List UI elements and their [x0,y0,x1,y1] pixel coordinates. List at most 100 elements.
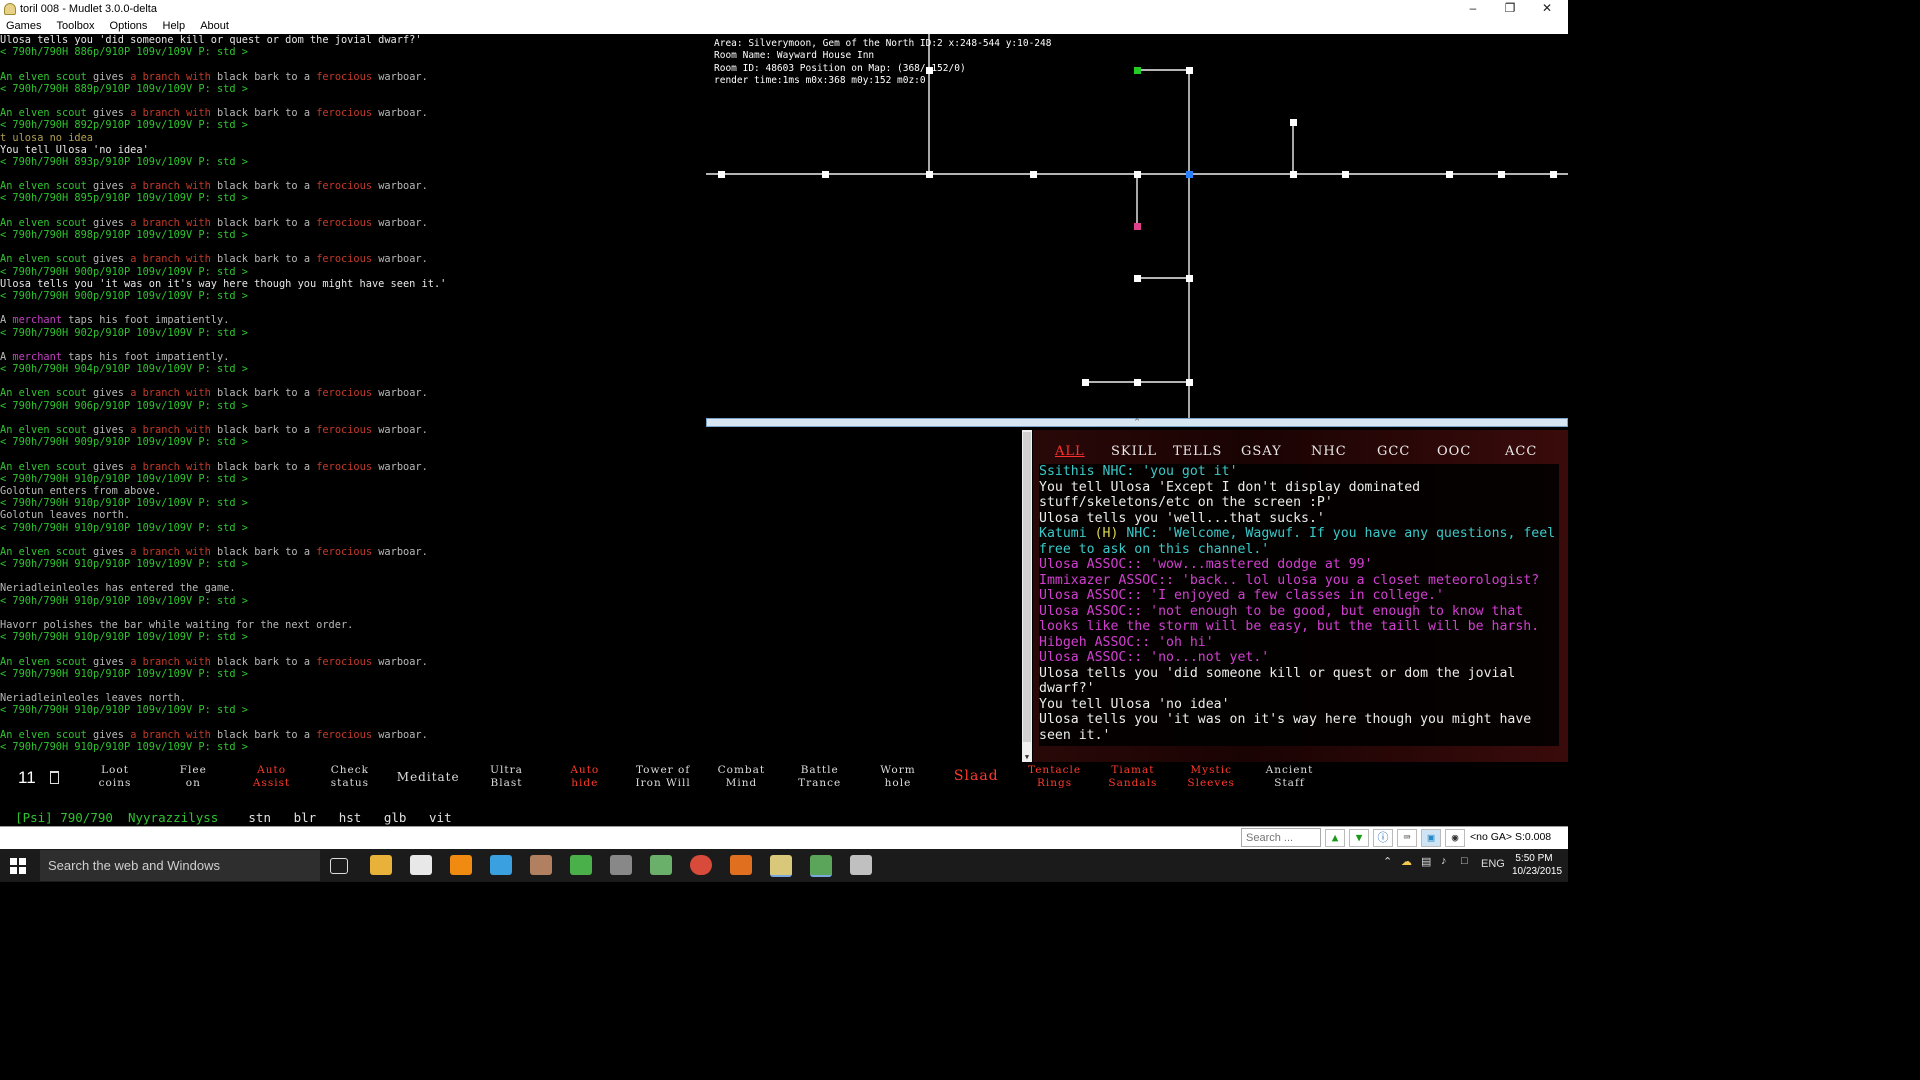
keyboard-icon[interactable]: ⌨ [1397,829,1417,847]
menu-games[interactable]: Games [6,18,41,34]
chat-tab-gsay[interactable]: GSAY [1241,444,1282,459]
close-button[interactable]: ✕ [1529,0,1565,18]
chat-text: Katumi [1039,526,1095,541]
chrome-icon[interactable] [690,855,712,875]
chat-tab-skill[interactable]: SKILL [1111,444,1157,459]
vlc-icon[interactable] [450,855,472,875]
chat-tab-nhc[interactable]: NHC [1311,444,1347,459]
game-button-ultra-blast[interactable]: Ultra Blast [470,764,544,790]
record-icon[interactable]: ◉ [1445,829,1465,847]
chat-tab-gcc[interactable]: GCC [1377,444,1410,459]
tray-chevron-icon[interactable]: ⌃ [1383,855,1392,868]
minimize-button[interactable]: – [1455,0,1491,18]
game-button-ancient-staff[interactable]: Ancient Staff [1253,764,1327,790]
game-button-slaad[interactable]: Slaad [939,769,1013,783]
timestamp-icon[interactable]: ▣ [1421,829,1441,847]
menu-help[interactable]: Help [163,18,186,34]
mapper-view[interactable] [706,34,1568,418]
menu-toolbox[interactable]: Toolbox [57,18,95,34]
game-button-worm-hole[interactable]: Worm hole [861,764,935,790]
tray-onedrive-icon[interactable]: ☁ [1401,855,1412,868]
menu-about[interactable]: About [200,18,229,34]
taskbar-clock[interactable]: 5:50 PM 10/23/2015 [1512,852,1562,878]
chat-line: Ulosa ASSOC:: 'wow...mastered dodge at 9… [1039,557,1559,573]
map-room[interactable] [1030,171,1037,178]
search-input[interactable] [1241,828,1321,847]
game-button-combat-mind[interactable]: Combat Mind [704,764,778,790]
green-app-icon[interactable] [650,855,672,875]
main-console-output[interactable]: Ulosa tells you 'did someone kill or que… [0,34,700,760]
file-explorer-icon[interactable] [370,855,392,875]
windows-start-icon[interactable] [10,858,26,874]
scroll-down-green-icon[interactable]: ▼ [1349,829,1369,847]
chat-tab-acc[interactable]: ACC [1505,444,1537,459]
library-icon[interactable] [530,855,552,875]
game-button-loot-coins[interactable]: Loot coins [78,764,152,790]
notepad-icon[interactable] [810,855,832,877]
paint-icon[interactable] [850,855,872,875]
game-button-check-status[interactable]: Check status [313,764,387,790]
info-icon[interactable]: ⓘ [1373,829,1393,847]
tray-network-icon[interactable]: ▤ [1421,855,1431,868]
taskbar-search-box[interactable]: Search the web and Windows [40,850,320,881]
game-button-battle-trance[interactable]: Battle Trance [783,764,857,790]
app-icon-blue[interactable] [490,855,512,875]
chat-text: Ulosa [1039,557,1087,572]
map-room[interactable] [1134,171,1141,178]
task-view-icon[interactable] [330,858,348,874]
map-room[interactable] [926,171,933,178]
chat-scrollbar[interactable]: ▼ [1022,430,1032,762]
map-room[interactable] [1446,171,1453,178]
maximize-button[interactable]: ❐ [1492,0,1528,18]
map-special-room[interactable] [1134,223,1141,230]
map-marked-room[interactable] [1134,67,1141,74]
scroll-up-green-icon[interactable]: ▲ [1325,829,1345,847]
map-room[interactable] [1134,275,1141,282]
store-icon[interactable] [410,855,432,875]
map-room[interactable] [718,171,725,178]
map-room[interactable] [1498,171,1505,178]
map-room[interactable] [1186,67,1193,74]
tray-volume-icon[interactable]: ♪ [1441,855,1447,867]
map-room[interactable] [1186,275,1193,282]
map-room[interactable] [1290,119,1297,126]
map-room[interactable] [1290,171,1297,178]
game-button-auto-assist[interactable]: Auto Assist [235,764,309,790]
chat-text: Ulosa [1039,650,1087,665]
editor-icon[interactable] [730,855,752,875]
map-room[interactable] [1186,379,1193,386]
map-room[interactable] [1550,171,1557,178]
game-button-meditate[interactable]: Meditate [391,771,465,784]
map-room[interactable] [1082,379,1089,386]
map-current-room[interactable] [1186,171,1193,178]
map-splitter-handle[interactable]: ^ [706,418,1568,427]
menu-options[interactable]: Options [110,18,148,34]
game-button-tiamat-sandals[interactable]: Tiamat Sandals [1096,764,1170,790]
database-icon[interactable] [610,855,632,875]
mudlet-taskbar-icon[interactable] [770,855,792,877]
tray-notifications-icon[interactable]: □ [1461,855,1468,867]
chat-scrollbar-thumb[interactable] [1023,432,1031,742]
chat-tab-tells[interactable]: TELLS [1173,444,1222,459]
chat-tab-all[interactable]: ALL [1055,444,1085,459]
map-room[interactable] [1342,171,1349,178]
command-input[interactable] [0,827,1238,848]
scroll-down-arrow-icon[interactable]: ▼ [1023,753,1031,761]
console-text: gives [86,545,131,558]
chat-tab-ooc[interactable]: OOC [1437,444,1471,459]
chat-output[interactable]: Ssithis NHC: 'you got it' You tell Ulosa … [1039,464,1559,746]
game-button-flee-on[interactable]: Flee on [156,764,230,790]
map-room[interactable] [1134,379,1141,386]
game-button-mystic-sleeves[interactable]: Mystic Sleeves [1174,764,1248,790]
map-room[interactable] [822,171,829,178]
game-button-tentacle-rings[interactable]: Tentacle Rings [1018,764,1092,790]
tray-language[interactable]: ENG [1481,858,1505,870]
game-button-auto-hide[interactable]: Auto hide [548,764,622,790]
spreadsheet-icon[interactable] [570,855,592,875]
game-button-tower-of-iron-will[interactable]: Tower of Iron Will [626,764,700,790]
console-text: ferocious [316,70,373,83]
console-text: < 790h/790H 910p/910P 109v/109V P: std > [0,558,248,571]
trash-icon[interactable] [50,771,59,784]
